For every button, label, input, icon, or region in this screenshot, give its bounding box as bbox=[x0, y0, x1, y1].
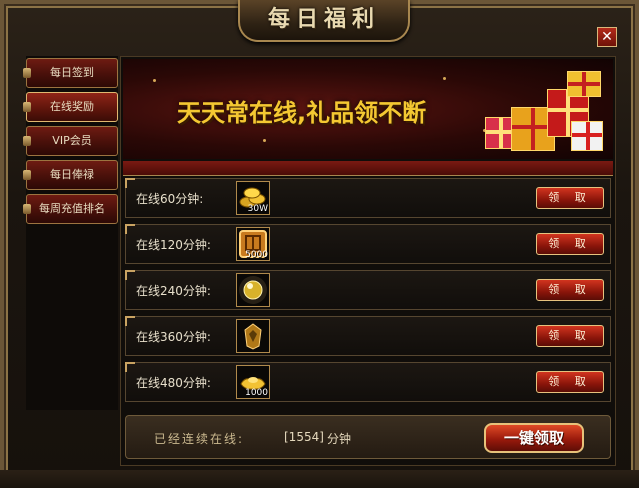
close-icon: ✕ bbox=[601, 29, 613, 45]
online-time-value: [1554] bbox=[284, 430, 324, 444]
online-time-unit: 分钟 bbox=[327, 432, 352, 446]
sidebar-item-label: 在线奖励 bbox=[50, 100, 94, 113]
corner-ornament-icon bbox=[125, 224, 135, 234]
corner-ornament-icon bbox=[125, 362, 135, 372]
bottom-border-ornament bbox=[0, 470, 639, 488]
close-button[interactable]: ✕ bbox=[597, 27, 617, 47]
claim-all-button[interactable]: 一键领取 bbox=[484, 423, 584, 453]
reward-item-slot[interactable]: 1000 bbox=[236, 365, 270, 399]
amulet-icon bbox=[244, 323, 262, 350]
promo-banner: 天天常在线,礼品领不断 bbox=[123, 59, 613, 159]
sidebar-item-daily-signin[interactable]: 每日签到 bbox=[23, 58, 118, 88]
sidebar-item-label: 每日俸禄 bbox=[50, 168, 94, 181]
sidebar-item-weekly-recharge-rank[interactable]: 每周充值排名 bbox=[23, 194, 118, 224]
item-quantity: 5000 bbox=[245, 250, 268, 260]
sidebar: 每日签到 在线奖励 VIP会员 每日俸禄 每周充值排名 bbox=[23, 56, 118, 410]
reward-condition: 在线60分钟: bbox=[136, 192, 204, 206]
claim-button[interactable]: 领 取 bbox=[536, 325, 604, 347]
corner-ornament-icon bbox=[125, 178, 135, 188]
gem-ornament-icon bbox=[23, 68, 31, 78]
reward-condition: 在线480分钟: bbox=[136, 376, 211, 390]
reward-condition: 在线360分钟: bbox=[136, 330, 211, 344]
reward-row: 在线480分钟: 1000 领 取 bbox=[125, 362, 611, 402]
reward-item-slot[interactable]: 5000 bbox=[236, 227, 270, 261]
gem-ornament-icon bbox=[23, 102, 31, 112]
corner-ornament-icon bbox=[125, 316, 135, 326]
glowing-orb-icon bbox=[239, 276, 267, 304]
reward-row: 在线360分钟: 领 取 bbox=[125, 316, 611, 356]
gem-ornament-icon bbox=[23, 170, 31, 180]
claim-button[interactable]: 领 取 bbox=[536, 371, 604, 393]
item-quantity: 1000 bbox=[245, 388, 268, 398]
online-time-footer: 已经连续在线: [1554] 分钟 一键领取 bbox=[125, 415, 611, 459]
gift-box-icon bbox=[571, 121, 603, 151]
sidebar-item-label: VIP会员 bbox=[52, 134, 92, 147]
sparkle-icon bbox=[153, 79, 156, 82]
claim-button[interactable]: 领 取 bbox=[536, 279, 604, 301]
reward-row: 在线60分钟: 30W 领 取 bbox=[125, 178, 611, 218]
sidebar-item-label: 每日签到 bbox=[50, 66, 94, 79]
window-title: 每日福利 bbox=[267, 6, 380, 32]
reward-row: 在线120分钟: 5000 领 取 bbox=[125, 224, 611, 264]
gem-ornament-icon bbox=[23, 204, 31, 214]
corner-ornament-icon bbox=[125, 270, 135, 280]
sparkle-icon bbox=[443, 77, 446, 80]
gem-ornament-icon bbox=[23, 136, 31, 146]
reward-item-slot[interactable]: 30W bbox=[236, 181, 270, 215]
sidebar-item-daily-salary[interactable]: 每日俸禄 bbox=[23, 160, 118, 190]
gift-box-icon bbox=[567, 71, 601, 97]
claim-button[interactable]: 领 取 bbox=[536, 187, 604, 209]
reward-condition: 在线240分钟: bbox=[136, 284, 211, 298]
sidebar-item-vip[interactable]: VIP会员 bbox=[23, 126, 118, 156]
online-time-label: 已经连续在线: bbox=[154, 432, 245, 446]
banner-slogan: 天天常在线,礼品领不断 bbox=[177, 99, 427, 127]
banner-divider bbox=[123, 161, 613, 176]
item-quantity: 30W bbox=[247, 204, 268, 214]
main-panel: 天天常在线,礼品领不断 在线60分钟: 30W 领 取 在线120分钟: 500… bbox=[120, 56, 616, 466]
sidebar-item-online-reward[interactable]: 在线奖励 bbox=[23, 92, 118, 122]
sparkle-icon bbox=[263, 139, 266, 142]
claim-button[interactable]: 领 取 bbox=[536, 233, 604, 255]
sidebar-item-label: 每周充值排名 bbox=[39, 202, 105, 215]
reward-item-slot[interactable] bbox=[236, 273, 270, 307]
reward-item-slot[interactable] bbox=[236, 319, 270, 353]
reward-condition: 在线120分钟: bbox=[136, 238, 211, 252]
title-plate: 每日福利 bbox=[238, 0, 410, 42]
reward-row: 在线240分钟: 领 取 bbox=[125, 270, 611, 310]
